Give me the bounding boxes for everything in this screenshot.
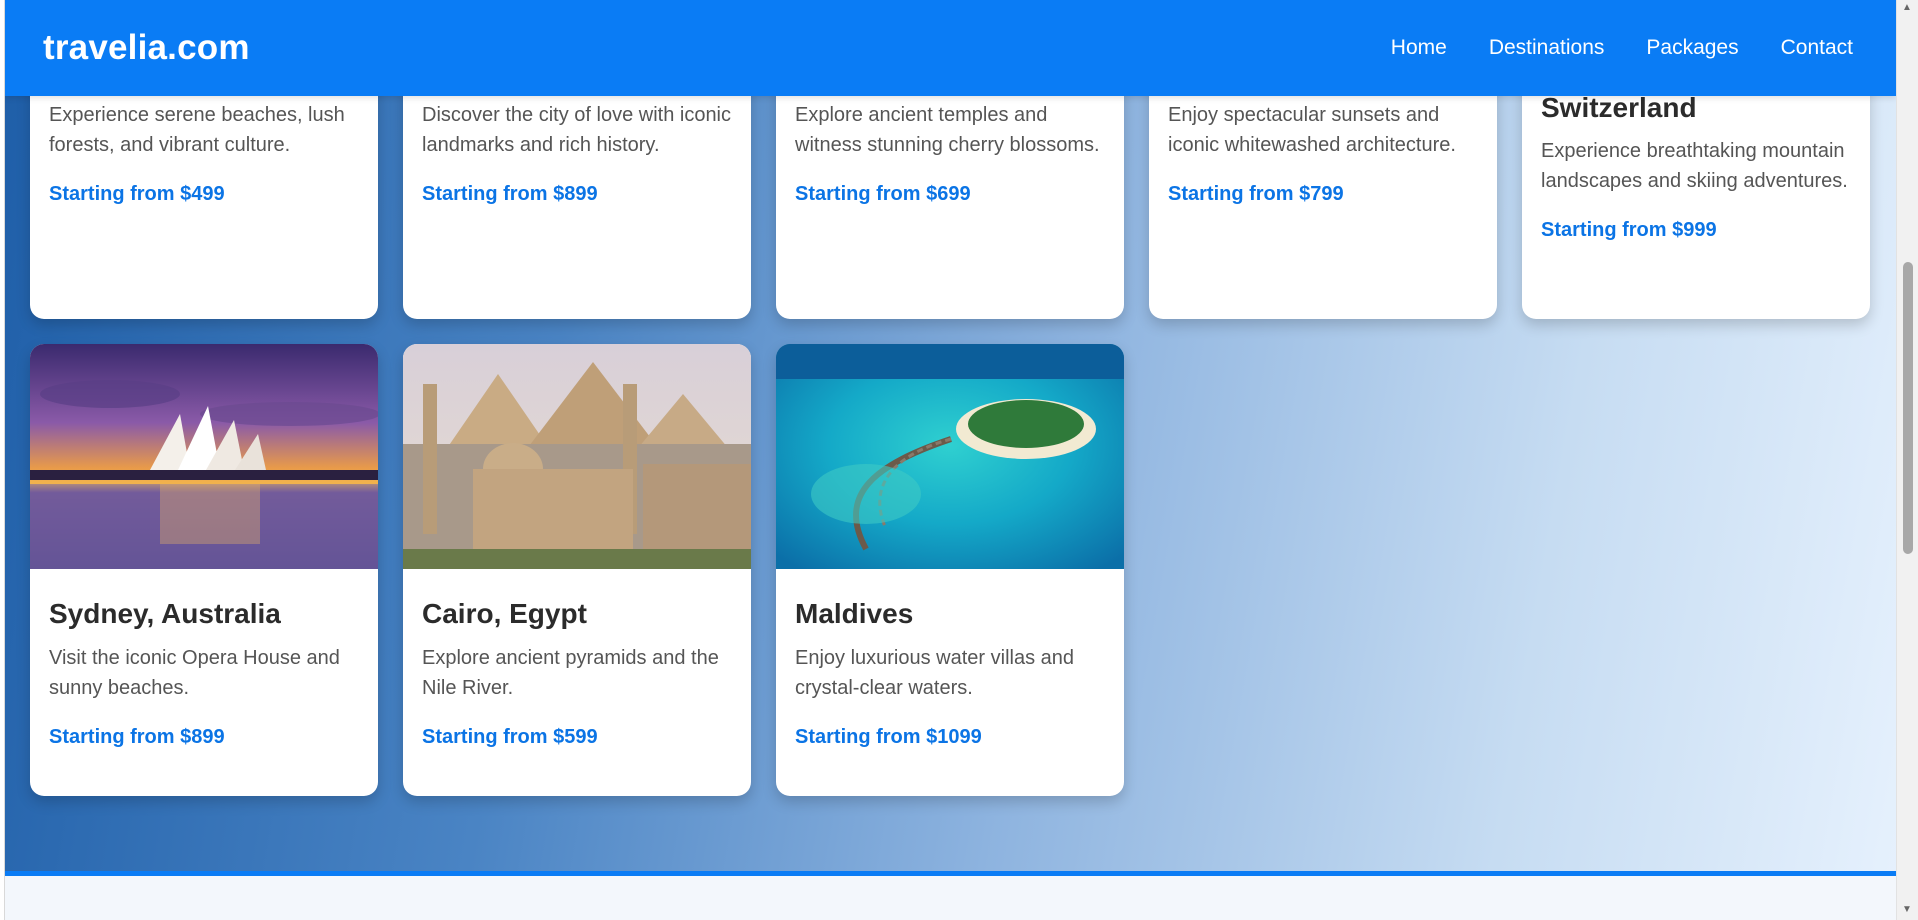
card-price: Starting from $799 xyxy=(1168,183,1344,205)
sydney-image xyxy=(30,344,378,569)
card-price: Starting from $499 xyxy=(49,183,225,205)
card-title: Maldives xyxy=(795,598,914,629)
card-title: Cairo, Egypt xyxy=(422,598,587,629)
nav-contact[interactable]: Contact xyxy=(1781,36,1853,60)
vertical-scrollbar[interactable]: ▲ ▼ xyxy=(1896,0,1918,920)
card-price: Starting from $699 xyxy=(795,183,971,205)
card-description: Enjoy luxurious water villas and crystal… xyxy=(795,647,1075,699)
nav-links: Home Destinations Packages Contact xyxy=(1391,36,1853,60)
card-price: Starting from $599 xyxy=(422,726,598,748)
card-title: Switzerland xyxy=(1541,92,1697,123)
card-description: Experience breathtaking mountain landsca… xyxy=(1541,140,1848,192)
cairo-image xyxy=(403,344,751,569)
card-price: Starting from $1099 xyxy=(795,726,982,748)
card-title: Sydney, Australia xyxy=(49,598,281,629)
footer xyxy=(5,871,1896,920)
maldives-image xyxy=(776,344,1124,569)
scroll-thumb[interactable] xyxy=(1903,262,1913,554)
card-description: Explore ancient temples and witness stun… xyxy=(795,104,1100,156)
brand-logo[interactable]: travelia.com xyxy=(43,28,250,68)
card-description: Visit the iconic Opera House and sunny b… xyxy=(49,647,340,699)
scroll-up-icon[interactable]: ▲ xyxy=(1902,2,1912,14)
nav-destinations[interactable]: Destinations xyxy=(1489,36,1605,60)
card-price: Starting from $899 xyxy=(49,726,225,748)
card-description: Discover the city of love with iconic la… xyxy=(422,104,732,156)
card-price: Starting from $899 xyxy=(422,183,598,205)
destination-card[interactable]: Maldives Enjoy luxurious water villas an… xyxy=(776,344,1124,796)
nav-packages[interactable]: Packages xyxy=(1646,36,1738,60)
nav-home[interactable]: Home xyxy=(1391,36,1447,60)
card-description: Experience serene beaches, lush forests,… xyxy=(49,104,345,156)
scroll-down-icon[interactable]: ▼ xyxy=(1902,904,1912,916)
navbar: travelia.com Home Destinations Packages … xyxy=(5,0,1896,96)
card-price: Starting from $999 xyxy=(1541,219,1717,241)
page: travelia.com Home Destinations Packages … xyxy=(5,0,1896,920)
card-description: Enjoy spectacular sunsets and iconic whi… xyxy=(1168,104,1456,156)
destination-card[interactable]: Sydney, Australia Visit the iconic Opera… xyxy=(30,344,378,796)
card-description: Explore ancient pyramids and the Nile Ri… xyxy=(422,647,719,699)
destination-card[interactable]: Cairo, Egypt Explore ancient pyramids an… xyxy=(403,344,751,796)
